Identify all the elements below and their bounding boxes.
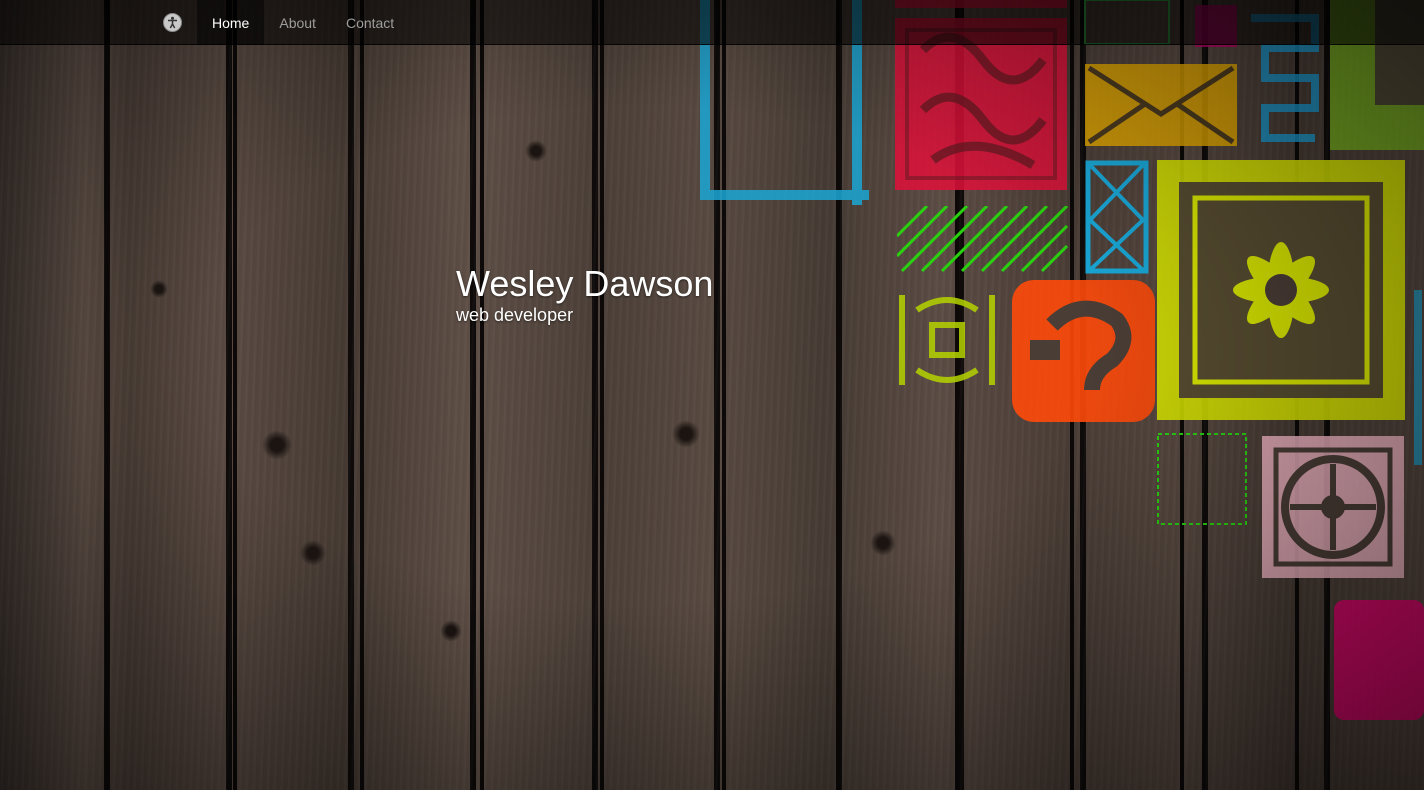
accessibility-icon <box>163 13 182 32</box>
nav-about-link[interactable]: About <box>264 0 331 45</box>
hero-subtitle: web developer <box>456 305 574 325</box>
vignette-overlay <box>0 0 1424 790</box>
nav-menu: Home About Contact <box>163 0 409 45</box>
nav-home-link[interactable]: Home <box>197 0 265 45</box>
top-navbar: Home About Contact <box>0 0 1424 45</box>
hero-section: Wesley Dawson web developer <box>456 262 713 326</box>
brand-link[interactable] <box>163 0 197 45</box>
hero-title: Wesley Dawson <box>456 263 714 304</box>
nav-contact-link[interactable]: Contact <box>331 0 409 45</box>
